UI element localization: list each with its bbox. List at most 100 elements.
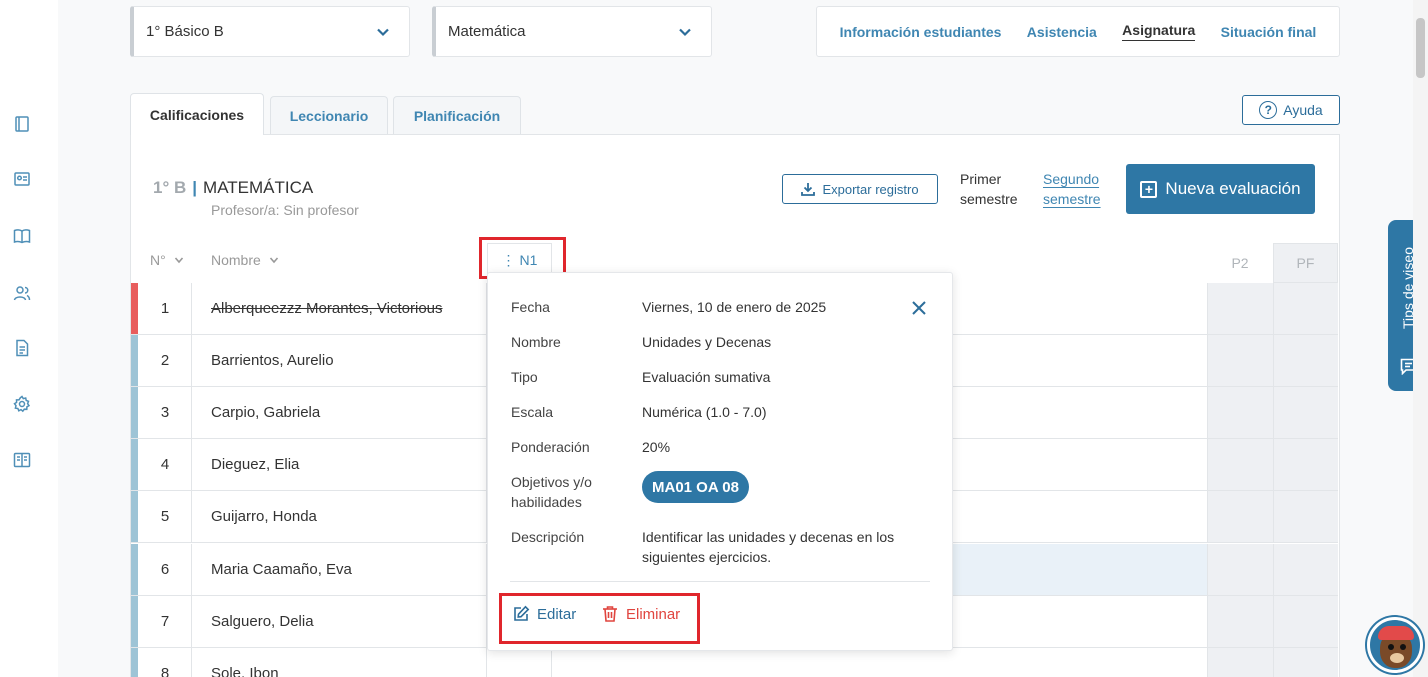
subject-select[interactable]: Matemática xyxy=(432,6,712,57)
col-number-label: N° xyxy=(150,252,166,268)
semester-second[interactable]: Segundo semestre xyxy=(1043,169,1101,209)
row-number: 4 xyxy=(139,439,192,490)
nav-subject[interactable]: Asignatura xyxy=(1122,22,1196,41)
table-row[interactable]: 8 Sole, Ibon xyxy=(131,648,1338,677)
grade-cell-p2 xyxy=(1207,335,1273,386)
col-header-number[interactable]: N° xyxy=(150,252,184,268)
row-number: 3 xyxy=(139,387,192,438)
tab-planning[interactable]: Planificación xyxy=(393,96,521,135)
semester-first-line1: Primer xyxy=(960,171,1002,187)
grade-cell-pf xyxy=(1273,439,1338,490)
export-button[interactable]: Exportar registro xyxy=(782,174,938,204)
page-title: 1° B | MATEMÁTICA xyxy=(153,178,313,198)
grade-cell-pf xyxy=(1273,544,1338,595)
row-number: 6 xyxy=(139,544,192,595)
descripcion-label: Descripción xyxy=(511,529,585,545)
sort-chevron-icon xyxy=(174,257,183,264)
nav-attendance[interactable]: Asistencia xyxy=(1027,24,1097,40)
manual-icon[interactable] xyxy=(13,451,31,469)
col-header-name[interactable]: Nombre xyxy=(211,252,279,268)
descripcion-line2: siguientes ejercicios. xyxy=(642,549,772,565)
objective-badge[interactable]: MA01 OA 08 xyxy=(642,471,749,503)
download-icon xyxy=(801,183,816,196)
grade-cell-pf xyxy=(1273,596,1338,647)
course-select-value: 1° Básico B xyxy=(146,23,224,40)
help-button[interactable]: ? Ayuda xyxy=(1242,95,1340,125)
grade-cell-p2 xyxy=(1207,439,1273,490)
descripcion-line1: Identificar las unidades y decenas en lo… xyxy=(642,529,895,545)
grade-cell-p2 xyxy=(1207,544,1273,595)
book-icon[interactable] xyxy=(13,115,31,133)
student-name: Maria Caamaño, Eva xyxy=(211,561,352,578)
student-name: Dieguez, Elia xyxy=(211,456,300,473)
row-number: 1 xyxy=(139,283,192,334)
title-separator: | xyxy=(192,178,198,197)
assistant-avatar[interactable] xyxy=(1367,617,1423,673)
status-bar xyxy=(131,387,138,438)
document-icon[interactable] xyxy=(13,339,31,357)
course-select[interactable]: 1° Básico B xyxy=(130,6,410,57)
new-evaluation-label: Nueva evaluación xyxy=(1165,179,1301,198)
ponderacion-value: 20% xyxy=(642,439,671,455)
nombre-label: Nombre xyxy=(511,334,561,350)
status-bar xyxy=(131,491,138,542)
ponderacion-label: Ponderación xyxy=(511,439,590,455)
student-name: Carpio, Gabriela xyxy=(211,404,321,421)
nav-student-info[interactable]: Información estudiantes xyxy=(840,24,1002,40)
snout-shape xyxy=(1390,653,1404,663)
teacher-label: Profesor/a: Sin profesor xyxy=(211,202,359,218)
close-icon[interactable] xyxy=(908,297,930,319)
col-header-p2[interactable]: P2 xyxy=(1207,243,1273,283)
left-icon-rail xyxy=(0,0,58,677)
student-name: Sole, Ibon xyxy=(211,665,279,677)
users-icon[interactable] xyxy=(13,284,31,302)
status-bar xyxy=(131,335,138,386)
tipo-label: Tipo xyxy=(511,369,538,385)
eye-shape xyxy=(1388,644,1394,650)
new-evaluation-button[interactable]: + Nueva evaluación xyxy=(1126,164,1315,214)
gear-icon[interactable] xyxy=(13,395,31,413)
grade-cell-p2 xyxy=(1207,387,1273,438)
open-book-icon[interactable] xyxy=(13,227,31,245)
fecha-value: Viernes, 10 de enero de 2025 xyxy=(642,299,827,315)
status-bar xyxy=(131,648,138,677)
escala-value: Numérica (1.0 - 7.0) xyxy=(642,404,767,420)
help-label: Ayuda xyxy=(1283,102,1323,118)
sort-chevron-icon xyxy=(269,257,278,264)
semester-first[interactable]: Primer semestre xyxy=(960,169,1018,209)
col-header-pf[interactable]: PF xyxy=(1273,243,1338,283)
id-card-icon[interactable] xyxy=(13,170,31,188)
cap-shape xyxy=(1378,626,1414,640)
grade-cell-pf xyxy=(1273,648,1338,677)
student-name: Alberqueezzz Morantes, Victorious xyxy=(211,300,443,317)
scrollbar-thumb[interactable] xyxy=(1416,18,1425,78)
page-scrollbar[interactable] xyxy=(1413,0,1428,677)
grade-cell-pf xyxy=(1273,491,1338,542)
descripcion-value: Identificar las unidades y decenas en lo… xyxy=(642,527,894,567)
status-bar xyxy=(131,439,138,490)
grade-cell-pf xyxy=(1273,387,1338,438)
tipo-value: Evaluación sumativa xyxy=(642,369,771,385)
grade-cell-p2 xyxy=(1207,491,1273,542)
grade-cell-p2 xyxy=(1207,283,1273,334)
student-name: Salguero, Delia xyxy=(211,613,314,630)
objetivos-label: Objetivos y/o habilidades xyxy=(511,472,592,512)
status-bar xyxy=(131,544,138,595)
tab-lessons[interactable]: Leccionario xyxy=(270,96,388,135)
row-number: 7 xyxy=(139,596,192,647)
subject-title: MATEMÁTICA xyxy=(203,178,314,197)
status-bar xyxy=(131,283,138,334)
plus-icon: + xyxy=(1140,180,1158,198)
grade-cell-n1[interactable] xyxy=(486,648,552,677)
col-name-label: Nombre xyxy=(211,252,261,268)
semester-second-line1: Segundo xyxy=(1043,171,1100,187)
escala-label: Escala xyxy=(511,404,554,420)
row-number: 5 xyxy=(139,491,192,542)
eye-shape xyxy=(1400,644,1406,650)
status-bar xyxy=(131,596,138,647)
objetivos-label-line1: Objetivos y/o xyxy=(511,474,592,490)
subject-select-value: Matemática xyxy=(448,23,526,40)
objetivos-label-line2: habilidades xyxy=(511,494,582,510)
tab-grades[interactable]: Calificaciones xyxy=(130,93,264,135)
nav-final-status[interactable]: Situación final xyxy=(1221,24,1317,40)
